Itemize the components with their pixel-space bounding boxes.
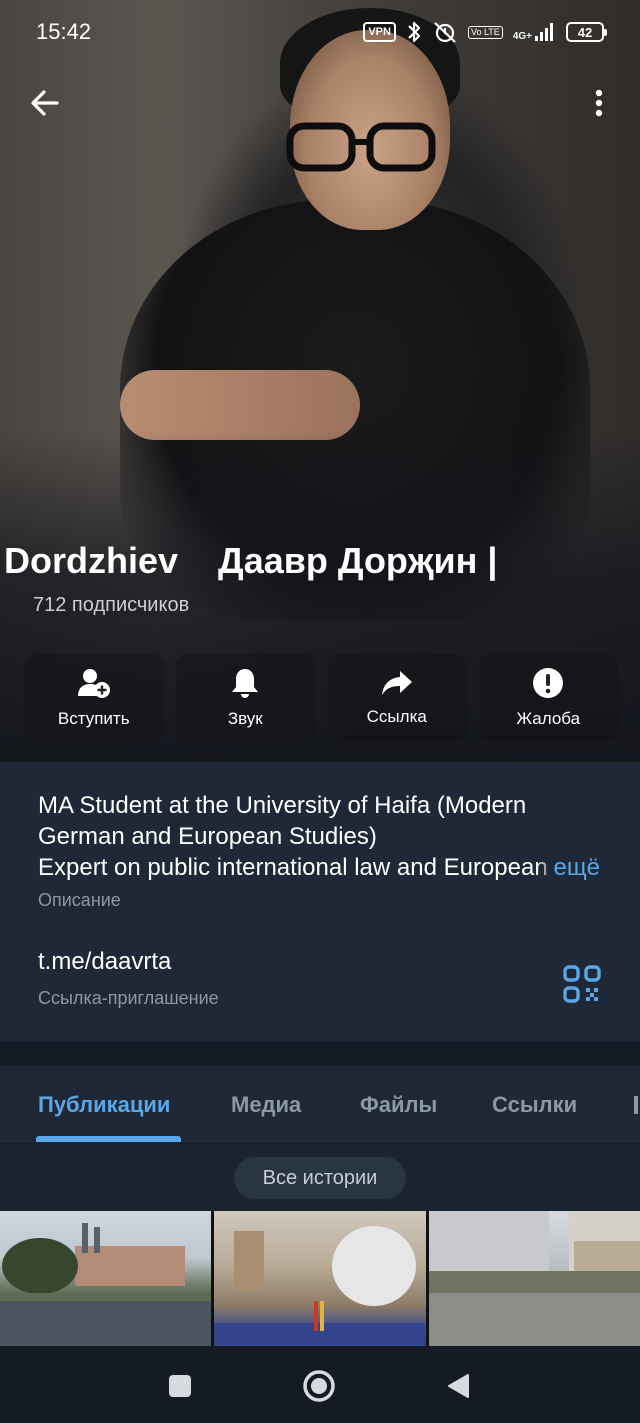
bell-icon (232, 669, 259, 698)
status-time: 15:42 (36, 19, 92, 44)
sound-button[interactable]: Звук (175, 654, 315, 742)
qr-code-icon[interactable] (560, 962, 604, 1006)
tab-links[interactable]: Ссылки (492, 1092, 577, 1118)
alert-icon (533, 668, 564, 698)
network-type-label: 4G+ (512, 31, 532, 42)
all-stories-button[interactable]: Все истории (234, 1157, 406, 1199)
sound-label: Звук (227, 709, 263, 728)
invite-link-label: Ссылка-приглашение (38, 988, 219, 1008)
thumbnail-river-scene (0, 1223, 211, 1346)
share-arrow-icon (381, 671, 412, 695)
thumbnail-street-scene (428, 1211, 640, 1346)
back-nav-button[interactable] (440, 1368, 476, 1404)
more-vertical-icon (595, 89, 603, 117)
square-icon (169, 1375, 191, 1397)
system-navigation-bar (0, 1346, 640, 1423)
stories-row: Все истории (0, 1145, 640, 1211)
back-button[interactable] (22, 80, 68, 126)
status-bar: 15:42 VPN Vo LTE 4G+ 42 (0, 0, 640, 64)
description-line: Expert on public international law and E… (38, 852, 600, 883)
link-button[interactable]: Ссылка (327, 654, 467, 742)
battery-level: 42 (577, 24, 593, 40)
battery-icon: 42 (566, 22, 607, 42)
media-thumbnail[interactable] (214, 1211, 426, 1346)
invite-link[interactable]: t.me/daavrta (38, 948, 171, 976)
thumbnail-parliament-hall (214, 1226, 426, 1346)
media-thumbnail[interactable] (0, 1211, 212, 1346)
photo-glasses (286, 122, 436, 172)
media-grid (0, 1211, 640, 1346)
channel-description[interactable]: MA Student at the University of Haifa (M… (38, 790, 608, 883)
join-button[interactable]: Вступить (24, 654, 164, 742)
signal-icon (535, 23, 553, 41)
section-divider (0, 1042, 640, 1066)
more-options-button[interactable] (576, 80, 622, 126)
signal-group: 4G+ (513, 22, 556, 42)
circle-icon (303, 1370, 335, 1402)
description-line: German and European Studies) (38, 823, 377, 850)
channel-name: r Dordzhiev Даавр Дорҗин | (0, 536, 640, 584)
status-icons: VPN Vo LTE 4G+ 42 (363, 20, 607, 44)
profile-photo[interactable] (0, 0, 640, 762)
tab-files[interactable]: Файлы (360, 1092, 437, 1118)
content-tabs: Публикации Медиа Файлы Ссылки (0, 1066, 640, 1144)
description-label: Описание (38, 890, 121, 910)
report-label: Жалоба (516, 709, 581, 728)
media-thumbnail[interactable] (428, 1211, 640, 1346)
active-tab-indicator (36, 1136, 181, 1142)
description-line: MA Student at the University of Haifa (M… (38, 792, 527, 819)
channel-info-panel: MA Student at the University of Haifa (M… (0, 762, 640, 1042)
triangle-back-icon (448, 1374, 469, 1398)
report-button[interactable]: Жалоба (478, 654, 618, 742)
vpn-icon: VPN (363, 22, 396, 42)
description-line-text: Expert on public international law and E… (38, 854, 548, 881)
alarm-off-icon (434, 22, 456, 43)
action-buttons: Вступить Звук Ссылка Жалоба (24, 654, 618, 742)
tab-media[interactable]: Медиа (231, 1092, 301, 1118)
link-label: Ссылка (366, 707, 427, 726)
home-button[interactable] (301, 1368, 337, 1404)
subscriber-count: 712 подписчиков (33, 594, 190, 616)
join-label: Вступить (57, 709, 130, 728)
recents-button[interactable] (162, 1368, 198, 1404)
add-user-icon (77, 669, 110, 698)
arrow-left-icon (31, 90, 59, 116)
volte-icon: Vo LTE (467, 25, 503, 39)
show-more-link[interactable]: ещё (535, 852, 600, 883)
tab-overflow-edge (634, 1096, 638, 1114)
tab-posts[interactable]: Публикации (38, 1092, 170, 1118)
channel-name-text: r Dordzhiev Даавр Дорҗин | (0, 540, 498, 581)
bluetooth-icon (408, 21, 421, 43)
